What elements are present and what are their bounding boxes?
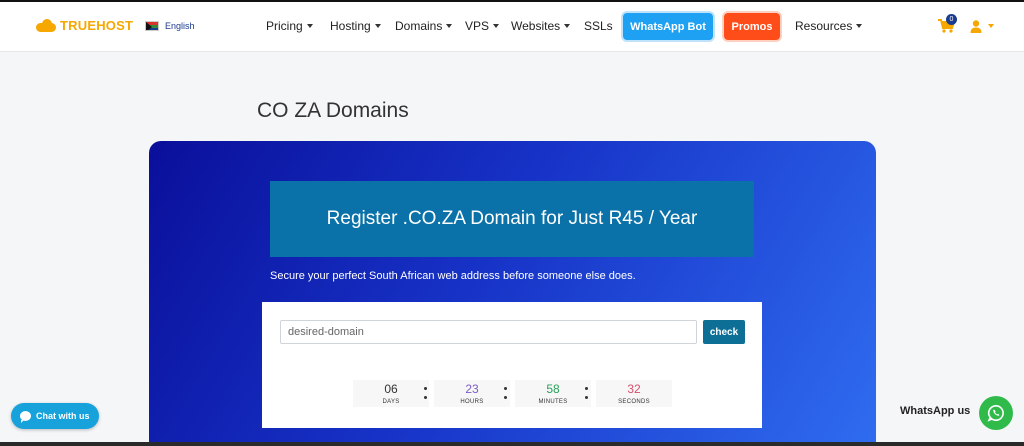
nav-label: Websites xyxy=(511,19,561,33)
countdown-days-value: 06 xyxy=(384,382,398,396)
chevron-down-icon xyxy=(564,24,571,28)
nav-item-hosting[interactable]: Hosting xyxy=(330,19,381,33)
countdown-minutes-value: 58 xyxy=(546,382,560,396)
countdown-seconds-label: SECONDS xyxy=(618,399,650,405)
countdown-hours-value: 23 xyxy=(465,382,479,396)
chevron-down-icon xyxy=(446,24,453,28)
check-button[interactable]: check xyxy=(703,320,745,344)
domain-search-input[interactable] xyxy=(280,320,697,344)
cart-count-badge: 0 xyxy=(946,14,957,25)
countdown-days-label: DAYS xyxy=(382,399,400,405)
countdown-separator xyxy=(423,387,427,403)
countdown-separator xyxy=(584,387,588,403)
whatsapp-button[interactable] xyxy=(979,396,1013,430)
user-menu[interactable] xyxy=(970,19,994,33)
page-title: CO ZA Domains xyxy=(257,99,409,122)
chevron-down-icon xyxy=(306,24,313,28)
nav-item-domains[interactable]: Domains xyxy=(395,19,453,33)
language-label: English xyxy=(165,21,195,31)
countdown-minutes: 58 MINUTES xyxy=(515,380,591,407)
countdown-seconds-value: 32 xyxy=(627,382,641,396)
whatsapp-us-label[interactable]: WhatsApp us xyxy=(900,405,970,417)
hero-subtitle: Secure your perfect South African web ad… xyxy=(270,270,636,282)
chat-label: Chat with us xyxy=(36,411,90,421)
countdown-separator xyxy=(503,387,507,403)
nav-label: Domains xyxy=(395,19,443,33)
chevron-down-icon xyxy=(493,24,500,28)
nav-label: VPS xyxy=(465,19,490,33)
cloud-logo-icon xyxy=(36,19,56,32)
countdown-minutes-label: MINUTES xyxy=(538,399,568,405)
chevron-down-icon xyxy=(374,24,381,28)
brand-name: TRUEHOST xyxy=(60,18,134,33)
whatsapp-icon xyxy=(987,404,1004,422)
chevron-down-icon xyxy=(988,24,994,28)
nav-item-vps[interactable]: VPS xyxy=(465,19,500,33)
nav-item-pricing[interactable]: Pricing xyxy=(266,19,313,33)
brand-logo[interactable]: TRUEHOST xyxy=(36,18,133,33)
language-selector[interactable]: English xyxy=(145,21,195,31)
chat-bubble-icon xyxy=(20,411,31,423)
user-icon xyxy=(970,19,982,33)
nav-label: SSLs xyxy=(584,19,613,33)
nav-item-websites[interactable]: Websites xyxy=(511,19,571,33)
countdown-hours: 23 HOURS xyxy=(434,380,510,407)
countdown-days: 06 DAYS xyxy=(353,380,429,407)
whatsapp-bot-button[interactable]: WhatsApp Bot xyxy=(623,13,713,40)
countdown-seconds: 32 SECONDS xyxy=(596,380,672,407)
nav-item-ssls[interactable]: SSLs xyxy=(584,19,613,33)
promo-banner: Register .CO.ZA Domain for Just R45 / Ye… xyxy=(270,181,754,257)
countdown-hours-label: HOURS xyxy=(460,399,484,405)
nav-label: Pricing xyxy=(266,19,303,33)
promos-button[interactable]: Promos xyxy=(724,13,780,40)
chat-with-us-button[interactable]: Chat with us xyxy=(11,403,99,429)
nav-label: Resources xyxy=(795,19,853,33)
south-africa-flag-icon xyxy=(145,21,159,31)
chevron-down-icon xyxy=(856,24,863,28)
nav-label: Hosting xyxy=(330,19,371,33)
bottom-taskbar xyxy=(0,442,1024,446)
nav-item-resources[interactable]: Resources xyxy=(795,19,863,33)
top-border xyxy=(0,0,1024,2)
banner-heading: Register .CO.ZA Domain for Just R45 / Ye… xyxy=(326,208,698,229)
